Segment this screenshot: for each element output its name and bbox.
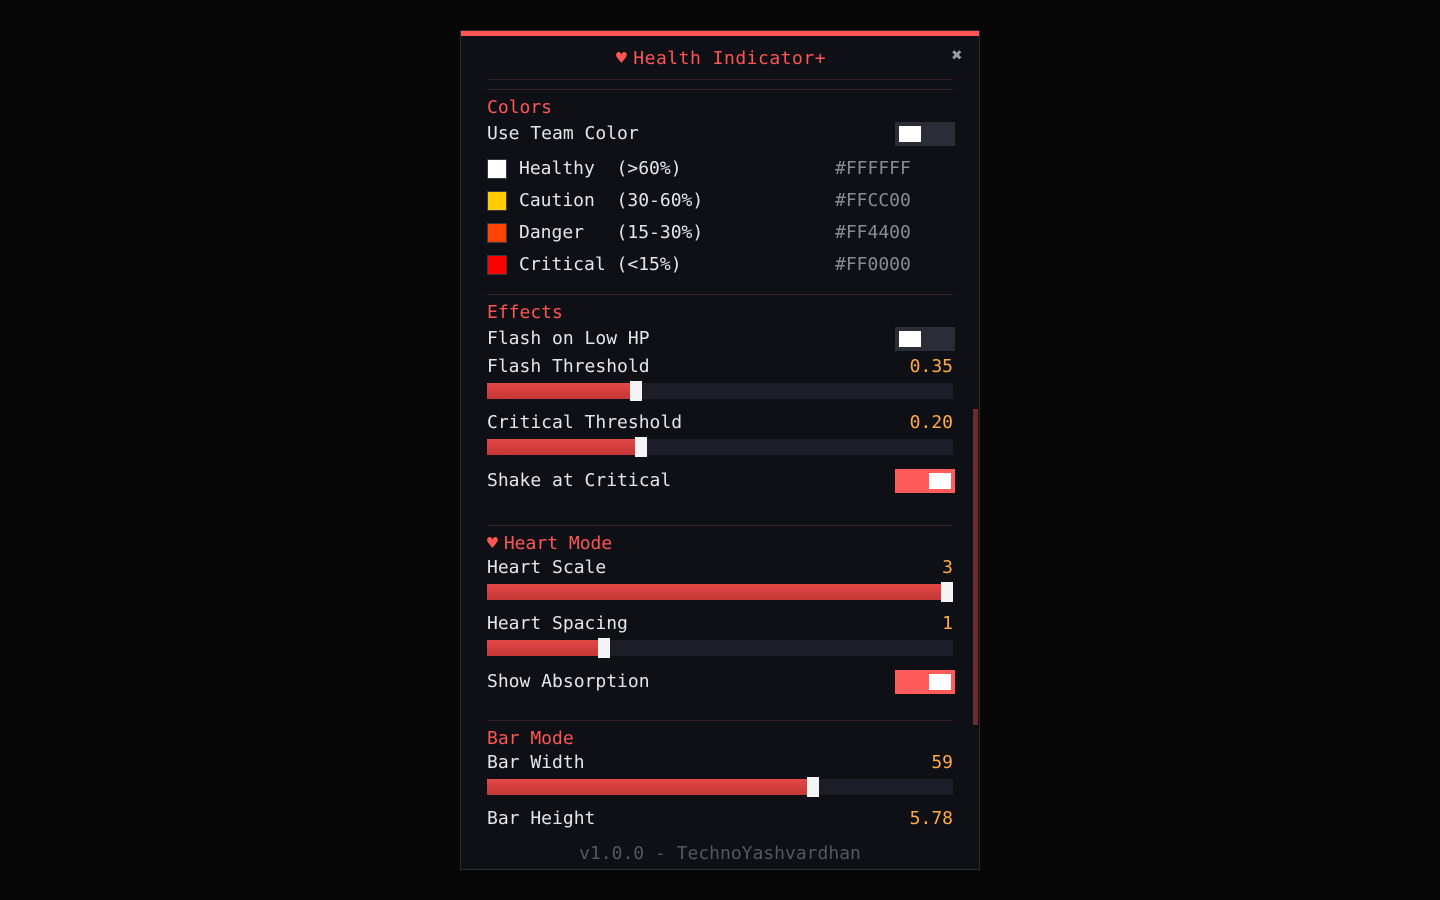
- bar-height-row: Bar Height 5.78: [487, 807, 953, 831]
- game-background: ♥ Health Indicator+ ✖ Colors Use Team Col…: [0, 0, 1440, 900]
- colors-section: Colors Use Team Color Healthy (>60%) #FF…: [487, 89, 955, 288]
- flash-threshold-slider[interactable]: [487, 381, 953, 401]
- use-team-color-row: Use Team Color: [487, 120, 955, 154]
- bar-width-slider-block: Bar Width 59: [487, 751, 953, 807]
- panel-title: ♥ Health Indicator+: [615, 48, 827, 69]
- heart-icon: ♥: [487, 533, 498, 554]
- use-team-color-label: Use Team Color: [487, 123, 639, 144]
- caution-color-swatch[interactable]: [487, 191, 507, 211]
- heart-scale-label: Heart Scale: [487, 557, 607, 578]
- heart-scale-slider[interactable]: [487, 582, 953, 602]
- section-title-colors: Colors: [487, 97, 553, 118]
- bar-width-label: Bar Width: [487, 752, 585, 773]
- show-absorption-toggle[interactable]: [895, 670, 955, 694]
- shake-critical-row: Shake at Critical: [487, 467, 955, 519]
- critical-hex: #FF0000: [835, 254, 911, 275]
- heart-scale-slider-block: Heart Scale 3: [487, 556, 953, 612]
- flash-low-hp-label: Flash on Low HP: [487, 328, 650, 349]
- critical-threshold-slider-block: Critical Threshold 0.20: [487, 411, 953, 467]
- bar-mode-section: Bar Mode Bar Width 59 Bar Height 5.78: [487, 720, 953, 831]
- heart-scale-value: 3: [942, 557, 953, 578]
- flash-low-hp-toggle[interactable]: [895, 327, 955, 351]
- flash-low-hp-row: Flash on Low HP: [487, 325, 955, 355]
- danger-label: Danger (15-30%): [519, 222, 704, 243]
- slider-thumb[interactable]: [635, 437, 647, 457]
- heart-spacing-label: Heart Spacing: [487, 613, 628, 634]
- version-footer: v1.0.0 - TechnoYashvardhan: [579, 843, 861, 864]
- show-absorption-label: Show Absorption: [487, 671, 650, 692]
- slider-fill: [487, 779, 813, 795]
- bar-height-label: Bar Height: [487, 808, 596, 829]
- danger-hex: #FF4400: [835, 222, 911, 243]
- slider-thumb[interactable]: [807, 777, 819, 797]
- heart-spacing-value: 1: [942, 613, 953, 634]
- use-team-color-toggle[interactable]: [895, 122, 955, 146]
- slider-fill: [487, 584, 953, 600]
- section-title-heart-mode: ♥ Heart Mode: [487, 533, 613, 554]
- heart-icon: ♥: [615, 48, 628, 69]
- slider-fill: [487, 383, 636, 399]
- heart-spacing-slider[interactable]: [487, 638, 953, 658]
- close-button[interactable]: ✖: [947, 46, 967, 66]
- bar-width-value: 59: [931, 752, 953, 773]
- bar-width-slider[interactable]: [487, 777, 953, 797]
- caution-label: Caution (30-60%): [519, 190, 704, 211]
- color-row-danger: Danger (15-30%) #FF4400: [487, 218, 953, 250]
- settings-content: Colors Use Team Color Healthy (>60%) #FF…: [487, 89, 955, 831]
- toggle-knob: [899, 331, 921, 347]
- panel-accent-bar: [461, 31, 979, 36]
- slider-thumb[interactable]: [630, 381, 642, 401]
- scrollbar[interactable]: [973, 409, 978, 725]
- healthy-hex: #FFFFFF: [835, 158, 911, 179]
- healthy-color-swatch[interactable]: [487, 159, 507, 179]
- caution-hex: #FFCC00: [835, 190, 911, 211]
- critical-label: Critical (<15%): [519, 254, 682, 275]
- flash-threshold-value: 0.35: [909, 356, 953, 377]
- close-icon: ✖: [951, 45, 963, 66]
- shake-critical-label: Shake at Critical: [487, 470, 672, 491]
- slider-thumb[interactable]: [941, 582, 953, 602]
- slider-thumb[interactable]: [598, 638, 610, 658]
- critical-threshold-label: Critical Threshold: [487, 412, 683, 433]
- healthy-label: Healthy (>60%): [519, 158, 682, 179]
- bar-height-value: 5.78: [909, 808, 953, 829]
- danger-color-swatch[interactable]: [487, 223, 507, 243]
- critical-threshold-slider[interactable]: [487, 437, 953, 457]
- section-title-effects: Effects: [487, 302, 563, 323]
- flash-threshold-slider-block: Flash Threshold 0.35: [487, 355, 953, 411]
- heart-mode-section: ♥ Heart Mode Heart Scale 3 Heart Spacing …: [487, 525, 955, 720]
- effects-section: Effects Flash on Low HP Flash Threshold …: [487, 294, 955, 519]
- section-title-bar-mode: Bar Mode: [487, 728, 574, 749]
- critical-color-swatch[interactable]: [487, 255, 507, 275]
- panel-header: ♥ Health Indicator+: [489, 41, 953, 80]
- slider-fill: [487, 439, 641, 455]
- color-row-healthy: Healthy (>60%) #FFFFFF: [487, 154, 953, 186]
- heart-spacing-slider-block: Heart Spacing 1: [487, 612, 953, 668]
- settings-panel: ♥ Health Indicator+ ✖ Colors Use Team Col…: [460, 30, 980, 870]
- flash-threshold-label: Flash Threshold: [487, 356, 650, 377]
- slider-fill: [487, 640, 604, 656]
- color-row-caution: Caution (30-60%) #FFCC00: [487, 186, 953, 218]
- shake-critical-toggle[interactable]: [895, 469, 955, 493]
- critical-threshold-value: 0.20: [909, 412, 953, 433]
- toggle-knob: [929, 674, 951, 690]
- toggle-knob: [929, 473, 951, 489]
- toggle-knob: [899, 126, 921, 142]
- show-absorption-row: Show Absorption: [487, 668, 955, 720]
- color-row-critical: Critical (<15%) #FF0000: [487, 250, 953, 288]
